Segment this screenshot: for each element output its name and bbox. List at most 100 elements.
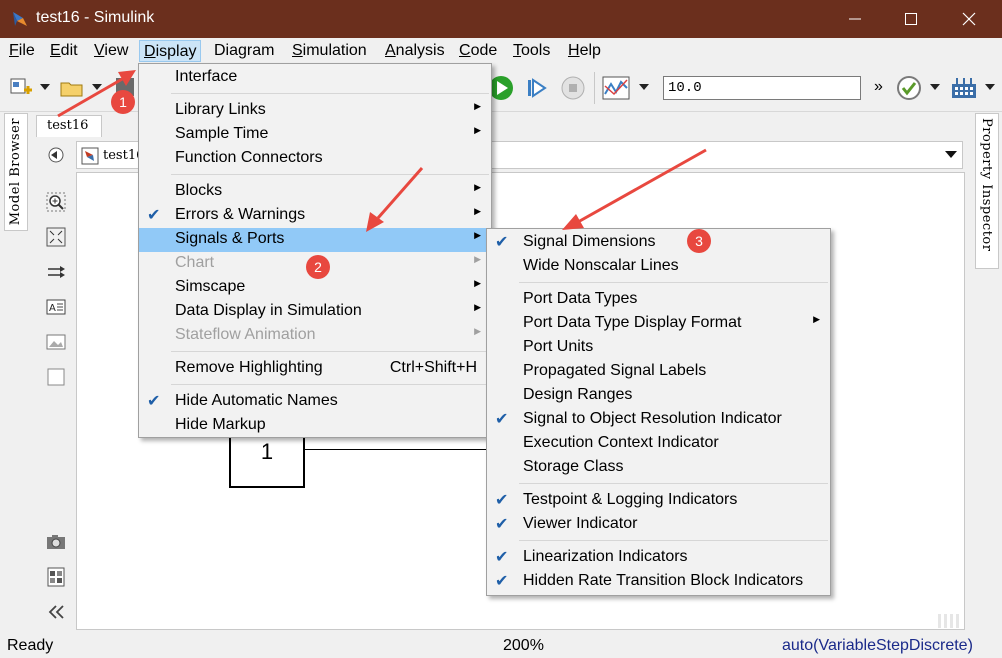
stop-icon[interactable] [559, 74, 587, 102]
collapse-palette-icon[interactable] [46, 602, 66, 622]
maximize-button[interactable] [888, 0, 934, 38]
toolbar-overflow-button[interactable]: » [874, 78, 883, 96]
build-model-icon[interactable] [950, 74, 978, 102]
property-inspector-label: Property Inspector [979, 118, 994, 252]
menu-item-data-display-in-simulation[interactable]: Data Display in Simulation ▶ [139, 300, 491, 324]
resize-grip-icon [938, 614, 959, 628]
menu-item-library-links[interactable]: Library Links ▶ [139, 99, 491, 123]
menu-item-signal-dimensions[interactable]: ✔ Signal Dimensions [487, 231, 830, 255]
scope-icon[interactable] [602, 74, 630, 102]
model-data-icon[interactable] [46, 567, 66, 587]
menu-item-shortcut: Ctrl+Shift+H [389, 359, 477, 376]
minimize-icon [849, 18, 861, 20]
menu-item-linearization-indicators[interactable]: ✔ Linearization Indicators [487, 546, 830, 570]
checkmark-icon: ✔ [495, 573, 509, 590]
image-icon[interactable] [46, 332, 66, 352]
menu-separator [171, 384, 489, 385]
menu-code[interactable]: Code [455, 40, 501, 62]
checkmark-icon: ✔ [495, 516, 509, 533]
menu-item-storage-class[interactable]: Storage Class [487, 456, 830, 480]
menu-item-label: Hide Automatic Names [175, 392, 338, 409]
minimize-button[interactable] [832, 0, 878, 38]
chevron-down-icon[interactable] [639, 84, 649, 92]
menu-item-port-units[interactable]: Port Units [487, 336, 830, 360]
checkmark-icon: ✔ [495, 411, 509, 428]
new-model-icon[interactable] [8, 74, 36, 102]
back-arrow-icon[interactable] [46, 145, 66, 165]
menu-item-simscape[interactable]: Simscape ▶ [139, 276, 491, 300]
submenu-arrow-icon: ▶ [474, 125, 481, 135]
model-tab[interactable]: test16 [36, 115, 102, 137]
menu-item-hide-markup[interactable]: Hide Markup [139, 414, 491, 438]
menu-item-blocks[interactable]: Blocks ▶ [139, 180, 491, 204]
menu-item-label: Interface [175, 68, 238, 85]
property-inspector-tab[interactable]: Property Inspector [975, 113, 999, 269]
status-bar: Ready 200% auto(VariableStepDiscrete) [0, 632, 1002, 658]
menu-item-remove-highlighting[interactable]: Remove Highlighting Ctrl+Shift+H [139, 357, 491, 381]
menu-item-port-data-type-display-format[interactable]: Port Data Type Display Format ▶ [487, 312, 830, 336]
outport-block[interactable]: 1 [229, 433, 305, 488]
annotation-icon[interactable]: A [46, 297, 66, 317]
menu-item-label: Function Connectors [175, 149, 323, 166]
submenu-arrow-icon: ▶ [474, 101, 481, 111]
model-browser-tab[interactable]: Model Browser [4, 113, 28, 231]
chevron-down-icon[interactable] [930, 84, 940, 92]
menu-file[interactable]: File [5, 40, 39, 62]
menu-item-design-ranges[interactable]: Design Ranges [487, 384, 830, 408]
submenu-arrow-icon: ▶ [474, 326, 481, 336]
display-menu: Interface Library Links ▶ Sample Time ▶ Funct… [138, 63, 492, 438]
fit-to-view-icon[interactable] [46, 227, 66, 247]
checkmark-icon: ✔ [147, 393, 161, 410]
menu-item-label: Signal to Object Resolution Indicator [523, 410, 782, 427]
checkmark-icon: ✔ [147, 207, 161, 224]
arrow-right-icon[interactable] [46, 262, 66, 282]
menu-item-port-data-types[interactable]: Port Data Types [487, 288, 830, 312]
menu-item-hidden-rate-transition-block-indicators[interactable]: ✔ Hidden Rate Transition Block Indicators [487, 570, 830, 594]
menu-item-label: Signal Dimensions [523, 233, 656, 250]
menu-item-testpoint-and-logging-indicators[interactable]: ✔ Testpoint & Logging Indicators [487, 489, 830, 513]
menu-item-signals-and-ports[interactable]: Signals & Ports ▶ [139, 228, 491, 252]
menu-item-label: Errors & Warnings [175, 206, 306, 223]
area-icon[interactable] [46, 367, 66, 387]
menu-item-sample-time[interactable]: Sample Time ▶ [139, 123, 491, 147]
menu-item-wide-nonscalar-lines[interactable]: Wide Nonscalar Lines [487, 255, 830, 279]
menu-item-label: Blocks [175, 182, 223, 199]
palette: A [38, 137, 72, 632]
menu-item-errors-and-warnings[interactable]: ✔ Errors & Warnings ▶ [139, 204, 491, 228]
menu-item-signal-to-object-resolution-indicator[interactable]: ✔ Signal to Object Resolution Indicator [487, 408, 830, 432]
annotation-badge-1: 1 [111, 90, 135, 114]
status-solver[interactable]: auto(VariableStepDiscrete) [782, 637, 973, 655]
chevron-down-icon[interactable] [945, 151, 957, 159]
menu-item-viewer-indicator[interactable]: ✔ Viewer Indicator [487, 513, 830, 537]
chevron-down-icon[interactable] [92, 84, 102, 92]
chevron-down-icon[interactable] [40, 84, 50, 92]
menu-item-label: Signals & Ports [175, 230, 285, 247]
close-button[interactable] [946, 0, 992, 38]
model-advisor-check-icon[interactable] [895, 74, 923, 102]
menu-diagram[interactable]: Diagram [210, 40, 278, 62]
menu-simulation[interactable]: Simulation [288, 40, 371, 62]
zoom-in-icon[interactable] [46, 192, 66, 212]
menu-separator [171, 351, 489, 352]
menu-item-execution-context-indicator[interactable]: Execution Context Indicator [487, 432, 830, 456]
open-folder-icon[interactable] [58, 74, 86, 102]
simulink-logo-icon [13, 12, 27, 26]
menu-edit[interactable]: Edit [46, 40, 82, 62]
menu-item-hide-automatic-names[interactable]: ✔ Hide Automatic Names [139, 390, 491, 414]
submenu-arrow-icon: ▶ [474, 302, 481, 312]
menu-item-label: Wide Nonscalar Lines [523, 257, 679, 274]
signal-line[interactable] [305, 449, 490, 450]
menu-help[interactable]: Help [564, 40, 605, 62]
menu-item-label: Port Data Type Display Format [523, 314, 742, 331]
menu-display[interactable]: Display [139, 40, 202, 62]
menu-analysis[interactable]: Analysis [381, 40, 449, 62]
menu-tools[interactable]: Tools [509, 40, 554, 62]
menu-item-propagated-signal-labels[interactable]: Propagated Signal Labels [487, 360, 830, 384]
camera-icon[interactable] [46, 532, 66, 552]
chevron-down-icon[interactable] [985, 84, 995, 92]
menu-item-interface[interactable]: Interface [139, 66, 491, 90]
menu-item-function-connectors[interactable]: Function Connectors [139, 147, 491, 171]
step-forward-icon[interactable] [523, 74, 551, 102]
stop-time-input[interactable] [663, 76, 861, 100]
menu-view[interactable]: View [90, 40, 132, 62]
